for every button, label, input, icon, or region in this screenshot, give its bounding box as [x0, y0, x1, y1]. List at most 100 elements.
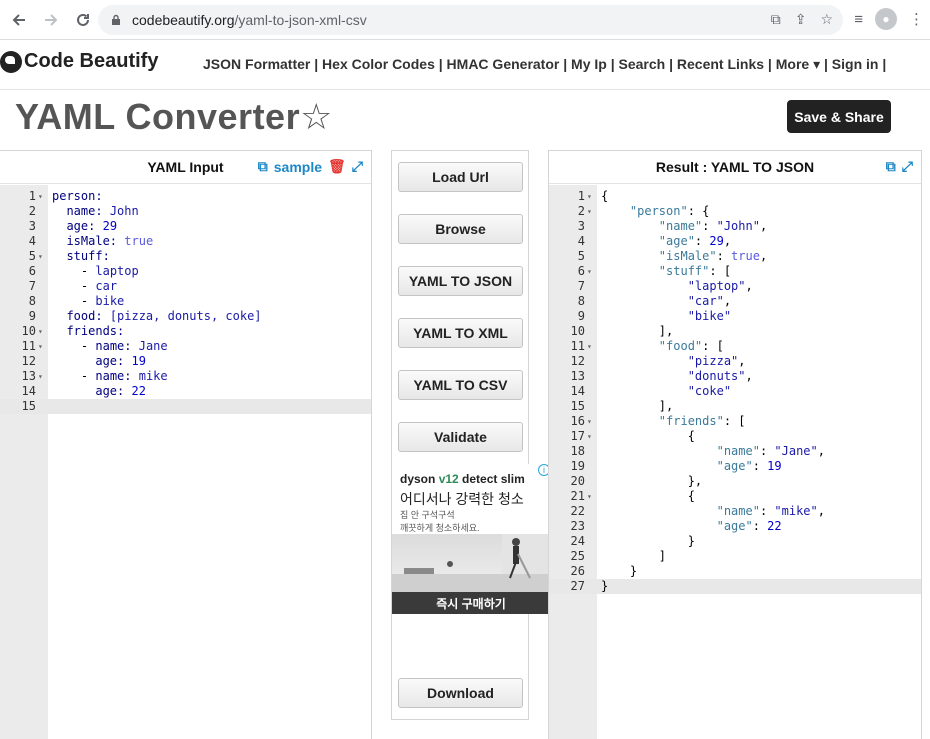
fold-toggle-icon[interactable]: ▾ [587, 429, 592, 444]
code-text: "friends": [ [658, 414, 746, 428]
code-line: 7 "laptop", [549, 279, 921, 294]
code-line: 19 "age": 19 [549, 459, 921, 474]
delete-trash-icon[interactable]: 🗑 [328, 158, 346, 175]
ad-buy-now-button[interactable]: 즉시 구매하기 [392, 592, 550, 614]
line-number: 24 [570, 534, 585, 548]
code-text: age: 29 [66, 219, 118, 233]
ad-image [392, 534, 550, 592]
sample-link[interactable]: sample [274, 159, 322, 175]
fold-toggle-icon[interactable]: ▾ [587, 414, 592, 429]
code-line: 12 age: 19 [0, 354, 371, 369]
fullscreen-icon[interactable]: ⤢ [352, 158, 363, 175]
fold-toggle-icon[interactable]: ▾ [587, 204, 592, 219]
forward-arrow-icon[interactable] [38, 7, 64, 33]
validate-button[interactable]: Validate [398, 422, 523, 452]
result-header: Result : YAML TO JSON ⧉ ⤢ [549, 151, 921, 184]
load-url-button[interactable]: Load Url [398, 162, 523, 192]
favorite-star-icon[interactable]: ☆ [300, 96, 333, 137]
line-number: 18 [570, 444, 585, 458]
fold-toggle-icon[interactable]: ▾ [38, 369, 43, 384]
yaml-code-lines: 1 ▾ person: 2 name: John 3 age: 29 4 isMale: … [0, 189, 371, 414]
fold-toggle-icon[interactable]: ▾ [587, 189, 592, 204]
fold-toggle-icon[interactable]: ▾ [587, 339, 592, 354]
address-bar[interactable]: codebeautify.org/yaml-to-json-xml-csv ⧉ … [98, 5, 843, 35]
profile-avatar-icon[interactable]: ● [875, 8, 897, 30]
fold-toggle-icon[interactable]: ▾ [587, 489, 592, 504]
code-line: 23 "age": 22 [549, 519, 921, 534]
site-header: Code Beautify JSON Formatter | Hex Color… [0, 40, 930, 90]
code-text: } [629, 564, 638, 578]
code-line: 13 ▾ - name: mike [0, 369, 371, 384]
url-path: /yaml-to-json-xml-csv [234, 12, 367, 28]
yaml-to-xml-button[interactable]: YAML TO XML [398, 318, 523, 348]
fold-toggle-icon[interactable]: ▾ [38, 324, 43, 339]
fold-toggle-icon[interactable]: ▾ [38, 339, 43, 354]
site-logo[interactable]: Code Beautify [0, 50, 158, 73]
line-number: 14 [570, 384, 585, 398]
line-number: 26 [570, 564, 585, 578]
code-line: 1 ▾ person: [0, 189, 371, 204]
fullscreen-result-icon[interactable]: ⤢ [902, 158, 913, 175]
code-line: 4 isMale: true [0, 234, 371, 249]
code-line: 5 ▾ stuff: [0, 249, 371, 264]
code-line: 22 "name": "mike", [549, 504, 921, 519]
url-host: codebeautify.org [132, 12, 235, 28]
top-navigation[interactable]: JSON Formatter | Hex Color Codes | HMAC … [203, 56, 886, 73]
ad-subtext-line1: 집 안 구석구석 [400, 510, 455, 520]
line-number: 22 [570, 504, 585, 518]
line-number: 10 [21, 324, 36, 338]
line-number: 2 [28, 204, 36, 218]
code-line: 12 "pizza", [549, 354, 921, 369]
code-line: 7 - car [0, 279, 371, 294]
code-text: "name": "mike", [716, 504, 825, 518]
back-arrow-icon[interactable] [6, 7, 32, 33]
bookmark-star-icon[interactable]: ☆ [820, 11, 833, 28]
code-line: 3 age: 29 [0, 219, 371, 234]
ad-brand-suffix: detect slim [458, 472, 525, 486]
line-number: 6 [577, 264, 585, 278]
download-button[interactable]: Download [398, 678, 523, 708]
code-line: 2 name: John [0, 204, 371, 219]
code-text: { [601, 189, 609, 203]
json-output-editor[interactable]: 1 ▾{2 ▾ "person": {3 "name": "John", 4 "age… [549, 185, 921, 739]
save-share-button[interactable]: Save & Share [787, 100, 891, 133]
code-line: 10 ▾ friends: [0, 324, 371, 339]
copy-result-icon[interactable]: ⧉ [886, 158, 896, 175]
yaml-to-json-button[interactable]: YAML TO JSON [398, 266, 523, 296]
code-text: } [601, 579, 609, 593]
yaml-input-editor[interactable]: 1 ▾ person: 2 name: John 3 age: 29 4 isMale: … [0, 185, 371, 739]
browse-button[interactable]: Browse [398, 214, 523, 244]
media-control-icon[interactable]: ≡ [854, 11, 863, 28]
code-line: 6 ▾ "stuff": [ [549, 264, 921, 279]
code-text: "name": "John", [658, 219, 768, 233]
reload-icon[interactable] [70, 7, 96, 33]
code-line: 13 "donuts", [549, 369, 921, 384]
code-text: friends: [66, 324, 125, 338]
fold-toggle-icon[interactable]: ▾ [38, 249, 43, 264]
line-number: 11 [21, 339, 36, 353]
code-line: 20 }, [549, 474, 921, 489]
code-text: { [687, 489, 695, 503]
line-number: 1 [577, 189, 585, 203]
fold-toggle-icon[interactable]: ▾ [38, 189, 43, 204]
line-number: 12 [21, 354, 36, 368]
menu-kebab-icon[interactable]: ⋮ [909, 10, 924, 28]
code-line: 2 ▾ "person": { [549, 204, 921, 219]
code-line: 14 age: 22 [0, 384, 371, 399]
result-panel: Result : YAML TO JSON ⧉ ⤢ 1 ▾{2 ▾ "person"… [548, 150, 922, 739]
line-number: 9 [577, 309, 585, 323]
code-text: - name: mike [80, 369, 168, 383]
line-number: 25 [570, 549, 585, 563]
copy-icon[interactable]: ⧉ [258, 158, 268, 175]
line-number: 10 [570, 324, 585, 338]
yaml-to-csv-button[interactable]: YAML TO CSV [398, 370, 523, 400]
advertisement[interactable]: dyson v12 detect slim i 어디서나 강력한 청소 집 안 … [392, 464, 550, 614]
code-line: 10 ], [549, 324, 921, 339]
code-line: 8 - bike [0, 294, 371, 309]
line-number: 4 [577, 234, 585, 248]
code-text: "bike" [687, 309, 732, 323]
fold-toggle-icon[interactable]: ▾ [587, 264, 592, 279]
code-line: 25 ] [549, 549, 921, 564]
translate-icon[interactable]: ⧉ [771, 11, 781, 28]
share-icon[interactable]: ⇪ [795, 11, 807, 28]
